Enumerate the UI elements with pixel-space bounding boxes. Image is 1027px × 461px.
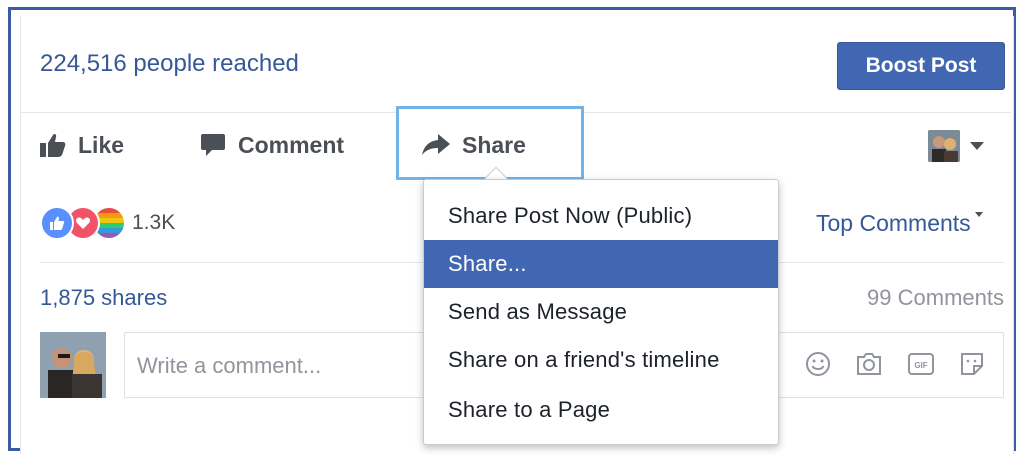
like-label: Like bbox=[78, 131, 125, 158]
camera-icon[interactable] bbox=[855, 351, 883, 377]
sticker-icon[interactable] bbox=[959, 351, 985, 377]
share-arrow-icon bbox=[422, 134, 450, 155]
like-icon bbox=[40, 206, 74, 240]
share-button[interactable]: Share bbox=[422, 120, 526, 170]
menu-item-share-on-friends-timeline[interactable]: Share on a friend's timeline bbox=[424, 336, 778, 384]
post-as-selector[interactable] bbox=[928, 130, 984, 162]
avatar[interactable] bbox=[40, 332, 106, 398]
boost-post-button[interactable]: Boost Post bbox=[837, 42, 1005, 90]
top-comments-sort[interactable]: Top Comments bbox=[816, 210, 983, 237]
menu-item-share[interactable]: Share... bbox=[424, 240, 778, 288]
thumbs-up-icon bbox=[40, 133, 66, 157]
comment-placeholder: Write a comment... bbox=[137, 353, 322, 378]
comment-label: Comment bbox=[238, 131, 345, 158]
speech-bubble-icon bbox=[201, 134, 225, 156]
comment-button[interactable]: Comment bbox=[200, 120, 344, 170]
svg-text:GIF: GIF bbox=[914, 361, 927, 370]
page-avatar bbox=[928, 130, 960, 162]
emoji-icon[interactable] bbox=[805, 351, 831, 377]
caret-down-icon bbox=[974, 212, 983, 217]
people-reached-link[interactable]: 224,516 people reached bbox=[40, 50, 299, 78]
like-button[interactable]: Like bbox=[40, 120, 124, 170]
top-comments-label: Top Comments bbox=[816, 210, 971, 236]
composer-tools: GIF bbox=[781, 351, 985, 377]
chevron-down-icon bbox=[970, 142, 984, 150]
menu-item-share-to-page[interactable]: Share to a Page bbox=[424, 386, 778, 434]
share-label: Share bbox=[462, 131, 526, 158]
shares-link[interactable]: 1,875 shares bbox=[40, 285, 167, 311]
menu-item-send-as-message[interactable]: Send as Message bbox=[424, 288, 778, 336]
reactions-summary[interactable]: 1.3K bbox=[40, 206, 175, 240]
share-menu: Share Post Now (Public) Share... Send as… bbox=[423, 179, 779, 445]
menu-item-share-post-now[interactable]: Share Post Now (Public) bbox=[424, 192, 778, 240]
reaction-count: 1.3K bbox=[132, 211, 176, 234]
gif-icon[interactable]: GIF bbox=[907, 351, 935, 377]
comments-count-link[interactable]: 99 Comments bbox=[867, 285, 1004, 311]
